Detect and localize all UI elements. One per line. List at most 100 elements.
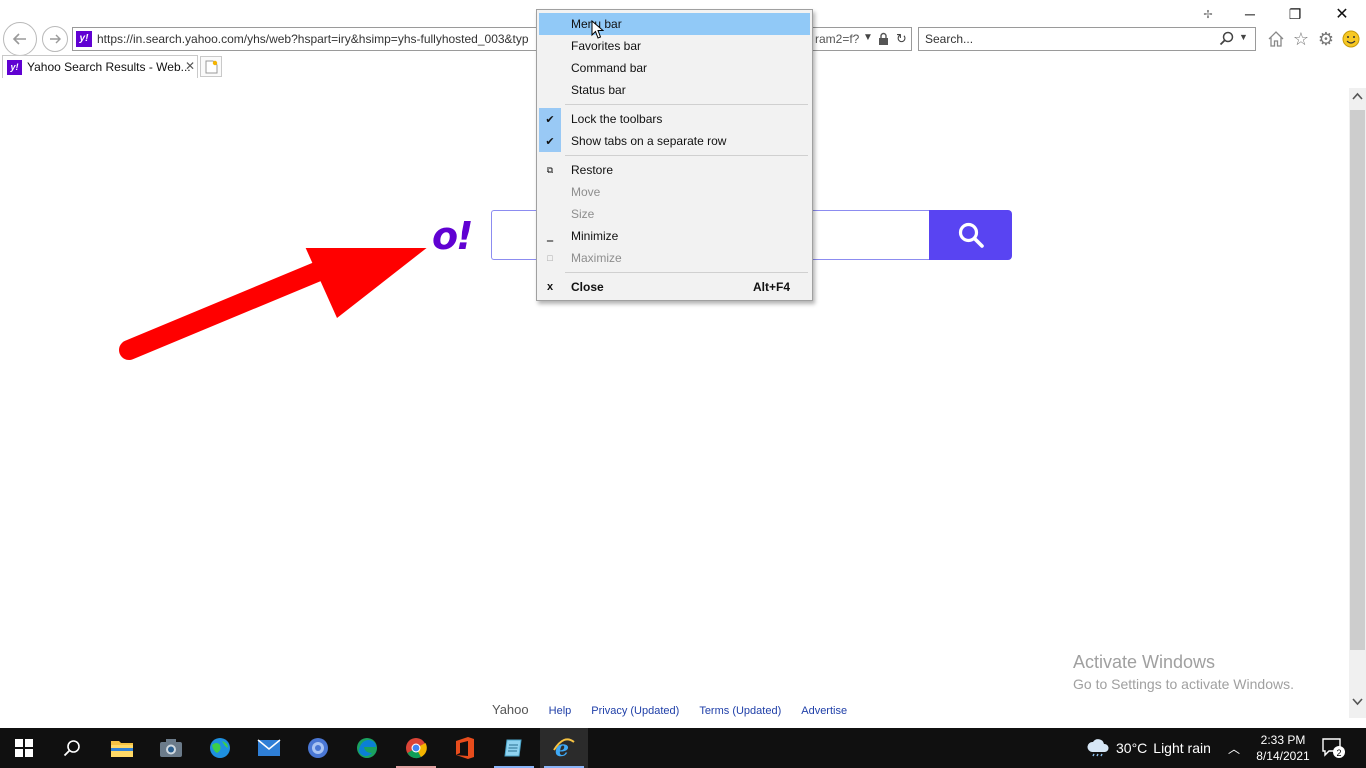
footer-link-privacy[interactable]: Privacy (Updated): [591, 705, 679, 717]
taskbar-file-explorer[interactable]: [98, 728, 146, 768]
menu-separator: [565, 272, 808, 273]
minimize-icon: ‗: [546, 230, 554, 242]
refresh-icon[interactable]: ↻: [896, 31, 907, 47]
folder-icon: [111, 741, 133, 757]
taskbar-mail[interactable]: [245, 728, 293, 768]
notepad-icon: [504, 739, 522, 757]
checkmark-icon: ✔: [539, 108, 561, 130]
restore-button[interactable]: ❐: [1275, 3, 1315, 25]
search-icon: [958, 222, 984, 248]
lock-icon[interactable]: [878, 32, 889, 49]
taskbar-edge[interactable]: [343, 728, 391, 768]
menu-item-minimize[interactable]: ‗ Minimize: [539, 225, 810, 247]
taskbar-notepad[interactable]: [490, 728, 538, 768]
start-button[interactable]: [0, 728, 48, 768]
close-shortcut: Alt+F4: [752, 280, 790, 294]
menu-item-move: Move: [571, 185, 601, 199]
internet-explorer-icon: e: [553, 736, 575, 760]
menu-separator: [565, 104, 808, 105]
browser-icon: [308, 738, 328, 758]
menu-item-menu-bar[interactable]: Menu bar: [539, 13, 810, 39]
chrome-icon: [406, 738, 427, 759]
menu-item-command-bar[interactable]: Command bar: [539, 57, 810, 79]
menu-item-tabs-separate-row[interactable]: ✔ Show tabs on a separate row: [539, 130, 810, 152]
taskbar-camera[interactable]: [147, 728, 195, 768]
footer-brand: Yahoo: [492, 702, 529, 717]
menu-item-close[interactable]: x Close Alt+F4: [539, 276, 810, 298]
activate-windows-title: Activate Windows: [1073, 652, 1216, 672]
menu-item-maximize: □ Maximize: [539, 247, 810, 269]
footer-link-advertise[interactable]: Advertise: [801, 705, 847, 717]
clock-time: 2:33 PM: [1260, 733, 1306, 747]
search-icon: [63, 740, 80, 757]
red-arrow-annotation: [119, 248, 427, 360]
weather-condition: Light rain: [1153, 740, 1211, 756]
close-icon[interactable]: ✕: [185, 59, 195, 73]
office-icon: [456, 737, 474, 759]
edge-icon: [357, 738, 377, 758]
footer-link-terms[interactable]: Terms (Updated): [699, 705, 781, 717]
yahoo-favicon-icon: y!: [7, 60, 22, 75]
arrow-right-icon: [50, 34, 61, 44]
chevron-up-icon[interactable]: [1352, 92, 1363, 100]
taskbar-office[interactable]: [441, 728, 489, 768]
taskbar-internet-explorer[interactable]: e: [540, 728, 588, 768]
star-icon[interactable]: ☆: [1290, 28, 1312, 50]
menu-item-lock-toolbars[interactable]: ✔ Lock the toolbars: [539, 108, 810, 130]
gear-icon[interactable]: ⚙: [1315, 28, 1337, 50]
taskbar-browser[interactable]: [294, 728, 342, 768]
share-icon[interactable]: ✢: [1188, 3, 1228, 25]
taskbar-globe-app[interactable]: [196, 728, 244, 768]
taskbar-clock[interactable]: 2:33 PM 8/14/2021: [1252, 732, 1314, 764]
smiley-icon[interactable]: [1340, 28, 1362, 50]
taskbar-search-button[interactable]: [48, 728, 96, 768]
notification-center-icon[interactable]: 2: [1322, 738, 1346, 763]
vertical-scrollbar[interactable]: [1349, 88, 1366, 718]
forward-button[interactable]: [42, 26, 68, 52]
weather-temp: 30°C: [1116, 740, 1148, 756]
yahoo-favicon-icon: y!: [76, 31, 92, 47]
close-button[interactable]: ✕: [1322, 3, 1362, 25]
maximize-icon: □: [547, 253, 553, 263]
home-icon[interactable]: [1265, 28, 1287, 50]
page-footer: Yahoo Help Privacy (Updated) Terms (Upda…: [492, 702, 867, 717]
new-tab-icon: [205, 60, 217, 73]
tab-yahoo-search[interactable]: y! Yahoo Search Results - Web... ✕: [2, 55, 198, 78]
restore-icon: ⧉: [546, 164, 554, 175]
address-url-tail: ram2=f?: [815, 32, 860, 46]
camera-icon: [160, 739, 182, 757]
back-button[interactable]: [3, 22, 37, 56]
notification-count: 2: [1336, 748, 1341, 758]
footer-link-help[interactable]: Help: [549, 705, 572, 717]
toolbar-context-menu: Menu bar Favorites bar Command bar Statu…: [536, 9, 813, 301]
address-url[interactable]: https://in.search.yahoo.com/yhs/web?hspa…: [97, 32, 537, 48]
checkmark-icon: ✔: [539, 130, 561, 152]
chevron-down-icon[interactable]: ▼: [1239, 32, 1248, 42]
magnifier-icon[interactable]: [1219, 31, 1234, 49]
globe-icon: [210, 738, 230, 758]
scroll-thumb[interactable]: [1350, 110, 1365, 650]
cloud-rain-icon: [1087, 739, 1109, 757]
activate-windows-watermark: Activate Windows Go to Settings to activ…: [1073, 651, 1294, 695]
menu-item-favorites-bar[interactable]: Favorites bar: [539, 35, 810, 57]
menu-item-restore[interactable]: ⧉ Restore: [539, 159, 810, 181]
weather-widget[interactable]: 30°C Light rain: [1086, 728, 1211, 768]
windows-taskbar: e 30°C Light rain ︿ 2:33 PM 8/14/2021 2: [0, 728, 1366, 768]
close-icon: x: [546, 281, 554, 293]
new-tab-button[interactable]: [200, 56, 222, 77]
menu-item-status-bar[interactable]: Status bar: [539, 79, 810, 101]
taskbar-chrome[interactable]: [392, 728, 440, 768]
arrow-left-icon: [12, 33, 26, 45]
windows-logo-icon: [15, 739, 33, 757]
menu-separator: [565, 155, 808, 156]
activate-windows-subtitle: Go to Settings to activate Windows.: [1073, 676, 1294, 692]
tab-title: Yahoo Search Results - Web...: [27, 60, 191, 74]
chevron-up-icon[interactable]: ︿: [1228, 740, 1240, 757]
search-box-placeholder: Search...: [925, 32, 974, 46]
mail-icon: [257, 739, 281, 756]
yahoo-search-button[interactable]: [929, 210, 1012, 260]
chevron-down-icon[interactable]: ▼: [863, 32, 873, 43]
minimize-button[interactable]: ─: [1230, 3, 1270, 25]
search-box[interactable]: Search... ▼: [918, 27, 1256, 51]
chevron-down-icon[interactable]: [1352, 698, 1363, 706]
